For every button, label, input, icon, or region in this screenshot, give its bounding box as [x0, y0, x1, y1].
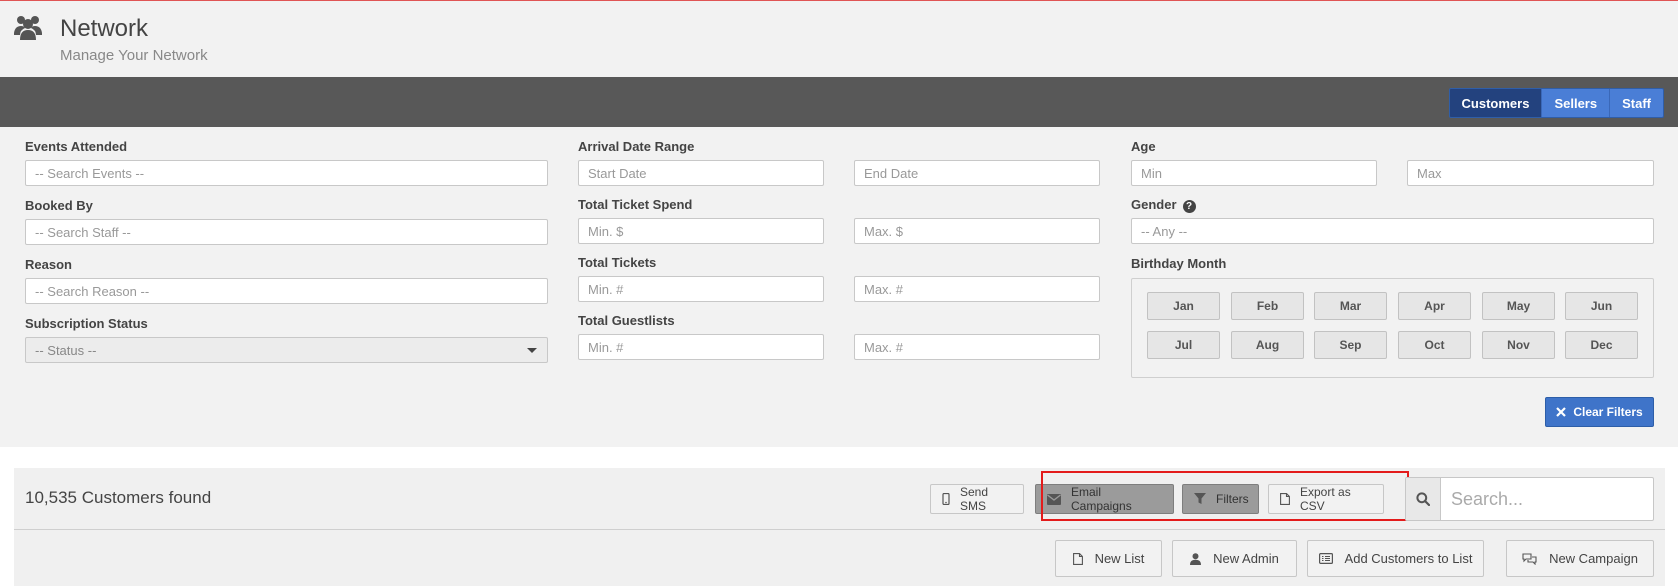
- events-attended-label: Events Attended: [25, 139, 128, 154]
- guestlists-min-input[interactable]: Min. #: [578, 334, 824, 360]
- tab-staff[interactable]: Staff: [1609, 89, 1663, 117]
- user-icon: [1190, 552, 1202, 565]
- gender-label: Gender?: [1131, 197, 1196, 213]
- new-admin-label: New Admin: [1213, 551, 1279, 566]
- new-list-label: New List: [1094, 551, 1145, 566]
- filters-panel: Events Attended -- Search Events -- Book…: [0, 127, 1678, 447]
- new-campaign-button[interactable]: New Campaign: [1506, 540, 1654, 577]
- tab-customers[interactable]: Customers: [1449, 89, 1542, 117]
- month-apr-button[interactable]: Apr: [1398, 292, 1471, 320]
- month-jan-button[interactable]: Jan: [1147, 292, 1220, 320]
- total-tickets-label: Total Tickets: [578, 255, 657, 270]
- age-min-input[interactable]: Min: [1131, 160, 1377, 186]
- list-alt-icon: [1318, 553, 1333, 564]
- total-tickets-max-input[interactable]: Max. #: [854, 276, 1100, 302]
- search-input[interactable]: Search...: [1441, 478, 1653, 520]
- events-attended-input[interactable]: -- Search Events --: [25, 160, 548, 186]
- subscription-status-label: Subscription Status: [25, 316, 148, 331]
- comments-icon: [1522, 552, 1537, 565]
- new-list-button[interactable]: New List: [1055, 540, 1162, 577]
- month-aug-button[interactable]: Aug: [1231, 331, 1304, 359]
- age-label: Age: [1131, 139, 1156, 154]
- total-guestlists-label: Total Guestlists: [578, 313, 675, 328]
- page-header: Network Manage Your Network: [0, 1, 1678, 77]
- arrival-date-range-label: Arrival Date Range: [578, 139, 695, 154]
- new-campaign-label: New Campaign: [1549, 551, 1638, 566]
- birthday-month-label: Birthday Month: [1131, 256, 1227, 271]
- results-count: 10,535 Customers found: [25, 488, 212, 507]
- guestlists-max-input[interactable]: Max. #: [854, 334, 1100, 360]
- toolbar-divider: [14, 529, 1665, 530]
- ticket-spend-max-input[interactable]: Max. $: [854, 218, 1100, 244]
- mobile-icon: [942, 493, 950, 505]
- question-circle-icon[interactable]: ?: [1182, 200, 1196, 213]
- highlight-box: [1041, 471, 1409, 521]
- search-icon: [1406, 478, 1441, 520]
- month-jul-button[interactable]: Jul: [1147, 331, 1220, 359]
- network-type-tabs: Customers Sellers Staff: [1448, 88, 1664, 118]
- booked-by-label: Booked By: [25, 198, 93, 213]
- total-ticket-spend-label: Total Ticket Spend: [578, 197, 693, 212]
- page-subtitle: Manage Your Network: [60, 47, 208, 64]
- reason-label: Reason: [25, 257, 72, 272]
- new-admin-button[interactable]: New Admin: [1172, 540, 1297, 577]
- network-tab-bar: Customers Sellers Staff: [0, 77, 1678, 127]
- page-title: Network: [60, 15, 149, 42]
- total-tickets-min-input[interactable]: Min. #: [578, 276, 824, 302]
- month-sep-button[interactable]: Sep: [1314, 331, 1387, 359]
- subscription-status-select[interactable]: -- Status --: [25, 337, 548, 363]
- send-sms-button[interactable]: Send SMS: [930, 484, 1024, 514]
- arrival-end-date-input[interactable]: End Date: [854, 160, 1100, 186]
- month-may-button[interactable]: May: [1482, 292, 1555, 320]
- gender-select[interactable]: -- Any --: [1131, 218, 1654, 244]
- month-mar-button[interactable]: Mar: [1314, 292, 1387, 320]
- customer-search[interactable]: Search...: [1405, 477, 1654, 521]
- users-icon: [14, 13, 42, 41]
- month-feb-button[interactable]: Feb: [1231, 292, 1304, 320]
- gender-label-text: Gender: [1131, 197, 1177, 212]
- month-nov-button[interactable]: Nov: [1482, 331, 1555, 359]
- reason-input[interactable]: -- Search Reason --: [25, 278, 548, 304]
- age-max-input[interactable]: Max: [1407, 160, 1654, 186]
- add-customers-to-list-button[interactable]: Add Customers to List: [1307, 540, 1484, 577]
- clear-filters-button[interactable]: Clear Filters: [1545, 397, 1654, 427]
- birthday-month-picker: Jan Feb Mar Apr May Jun Jul Aug Sep Oct …: [1131, 278, 1654, 378]
- results-section: 10,535 Customers found Send SMS Email Ca…: [0, 447, 1678, 586]
- month-jun-button[interactable]: Jun: [1565, 292, 1638, 320]
- month-oct-button[interactable]: Oct: [1398, 331, 1471, 359]
- clear-filters-label: Clear Filters: [1573, 405, 1643, 419]
- ticket-spend-min-input[interactable]: Min. $: [578, 218, 824, 244]
- results-toolbar: 10,535 Customers found Send SMS Email Ca…: [14, 468, 1665, 586]
- caret-down-icon: [527, 348, 537, 353]
- file-icon: [1072, 552, 1083, 565]
- add-customers-label: Add Customers to List: [1344, 551, 1473, 566]
- arrival-start-date-input[interactable]: Start Date: [578, 160, 824, 186]
- close-icon: [1556, 407, 1567, 417]
- tab-sellers[interactable]: Sellers: [1541, 89, 1610, 117]
- month-dec-button[interactable]: Dec: [1565, 331, 1638, 359]
- booked-by-input[interactable]: -- Search Staff --: [25, 219, 548, 245]
- send-sms-label: Send SMS: [960, 485, 989, 513]
- subscription-status-value: -- Status --: [35, 342, 97, 358]
